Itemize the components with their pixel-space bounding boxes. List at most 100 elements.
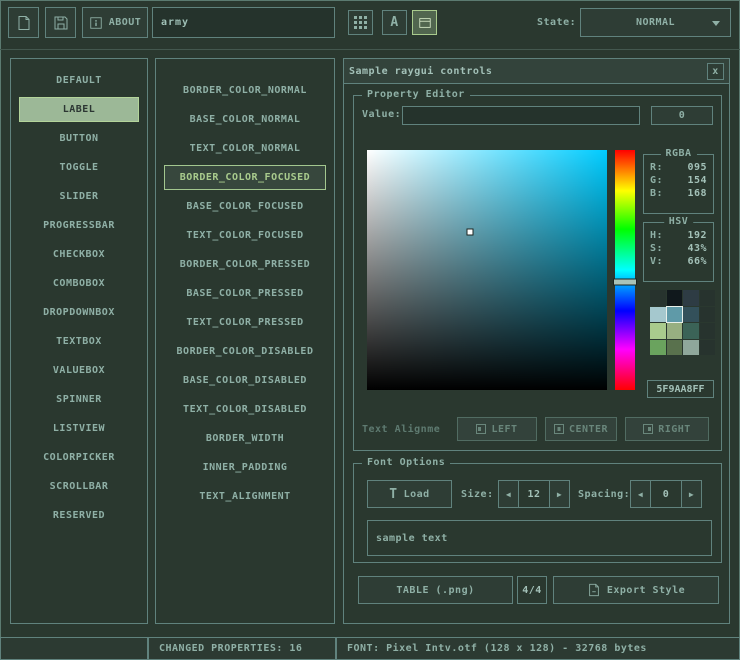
font-spacing-increase-button[interactable]: ▶ xyxy=(681,480,702,508)
properties-list-item[interactable]: TEXT_COLOR_NORMAL xyxy=(164,136,326,161)
value-button[interactable]: 0 xyxy=(651,106,713,125)
grid-view-button[interactable] xyxy=(348,10,373,35)
color-swatch[interactable] xyxy=(700,340,716,356)
properties-list-item[interactable]: BASE_COLOR_DISABLED xyxy=(164,368,326,393)
controls-list-item[interactable]: DROPDOWNBOX xyxy=(19,300,139,325)
color-panel-marker[interactable] xyxy=(467,228,474,235)
properties-list-item[interactable]: TEXT_ALIGNMENT xyxy=(164,484,326,509)
align-left-button[interactable]: LEFT xyxy=(457,417,537,441)
color-swatch[interactable] xyxy=(683,307,699,323)
color-swatch[interactable] xyxy=(650,307,666,323)
text-alignment-label: Text Alignme xyxy=(362,424,456,435)
properties-list-item[interactable]: BASE_COLOR_PRESSED xyxy=(164,281,326,306)
color-swatch[interactable] xyxy=(667,307,683,323)
font-spacing-decrease-button[interactable]: ◀ xyxy=(630,480,651,508)
properties-list-item[interactable]: BASE_COLOR_NORMAL xyxy=(164,107,326,132)
s-label: S: xyxy=(650,243,663,254)
align-center-button[interactable]: CENTER xyxy=(545,417,617,441)
close-button[interactable]: x xyxy=(707,63,724,80)
text-icon: T xyxy=(389,487,397,502)
color-swatch[interactable] xyxy=(700,290,716,306)
color-swatch[interactable] xyxy=(683,290,699,306)
g-value: 154 xyxy=(687,175,707,186)
properties-list-item[interactable]: TEXT_COLOR_DISABLED xyxy=(164,397,326,422)
export-style-button[interactable]: Export Style xyxy=(553,576,719,604)
rgba-b-row: B:168 xyxy=(644,186,713,199)
color-swatch[interactable] xyxy=(700,323,716,339)
state-dropdown[interactable]: NORMAL xyxy=(580,8,731,37)
align-center-label: CENTER xyxy=(569,424,608,435)
font-size-decrease-button[interactable]: ◀ xyxy=(498,480,519,508)
r-label: R: xyxy=(650,162,663,173)
hue-slider-handle[interactable] xyxy=(613,279,637,286)
font-spacing-value[interactable]: 0 xyxy=(650,480,682,508)
properties-list-item[interactable]: TEXT_COLOR_PRESSED xyxy=(164,310,326,335)
color-swatch[interactable] xyxy=(650,323,666,339)
hsv-h-row: H:192 xyxy=(644,228,713,241)
color-swatch[interactable] xyxy=(650,340,666,356)
controls-list-item[interactable]: BUTTON xyxy=(19,126,139,151)
properties-list-item[interactable]: BASE_COLOR_FOCUSED xyxy=(164,194,326,219)
controls-list-item[interactable]: PROGRESSBAR xyxy=(19,213,139,238)
color-swatch[interactable] xyxy=(667,340,683,356)
controls-list-item[interactable]: VALUEBOX xyxy=(19,358,139,383)
controls-list-item[interactable]: COMBOBOX xyxy=(19,271,139,296)
color-swatch[interactable] xyxy=(667,323,683,339)
r-value: 095 xyxy=(687,162,707,173)
font-size-label: Size: xyxy=(461,489,494,500)
controls-list-item[interactable]: TEXTBOX xyxy=(19,329,139,354)
controls-list-item[interactable]: LISTVIEW xyxy=(19,416,139,441)
export-style-label: Export Style xyxy=(607,585,685,596)
controls-list-item[interactable]: CHECKBOX xyxy=(19,242,139,267)
export-format-counter[interactable]: 4/4 xyxy=(517,576,547,604)
controls-list-item[interactable]: LABEL xyxy=(19,97,139,122)
properties-list-item[interactable]: BORDER_COLOR_PRESSED xyxy=(164,252,326,277)
load-font-label: Load xyxy=(404,489,430,500)
b-value: 168 xyxy=(687,188,707,199)
v-label: V: xyxy=(650,256,663,267)
controls-list-item[interactable]: SLIDER xyxy=(19,184,139,209)
properties-list-item[interactable]: BORDER_COLOR_NORMAL xyxy=(164,78,326,103)
color-swatch[interactable] xyxy=(700,307,716,323)
new-style-button[interactable] xyxy=(8,7,39,38)
controls-list-item[interactable]: DEFAULT xyxy=(19,68,139,93)
grid-icon xyxy=(354,16,367,29)
color-swatch[interactable] xyxy=(683,323,699,339)
align-center-icon xyxy=(554,424,564,434)
properties-list-item[interactable]: BORDER_COLOR_FOCUSED xyxy=(164,165,326,190)
properties-list-item[interactable]: BORDER_WIDTH xyxy=(164,426,326,451)
controls-list-item[interactable]: RESERVED xyxy=(19,503,139,528)
sample-text-box[interactable]: sample text xyxy=(367,520,712,556)
hex-color-value[interactable]: 5F9AA8FF xyxy=(647,380,714,398)
export-table-button[interactable]: TABLE (.png) xyxy=(358,576,513,604)
hue-bar[interactable] xyxy=(615,150,635,390)
status-font-info: FONT: Pixel Intv.otf (128 x 128) - 32768… xyxy=(336,637,740,660)
controls-list-item[interactable]: COLORPICKER xyxy=(19,445,139,470)
hsv-group: HSV H:192 S:43% V:66% xyxy=(643,222,714,282)
font-view-button[interactable]: A xyxy=(382,10,407,35)
value-textbox[interactable] xyxy=(402,106,640,125)
arrow-right-icon: ▶ xyxy=(557,490,562,499)
font-size-value[interactable]: 12 xyxy=(518,480,550,508)
about-button[interactable]: ABOUT xyxy=(82,7,148,38)
align-right-button[interactable]: RIGHT xyxy=(625,417,709,441)
properties-list-item[interactable]: TEXT_COLOR_FOCUSED xyxy=(164,223,326,248)
controls-view-button[interactable] xyxy=(412,10,437,35)
color-panel[interactable] xyxy=(367,150,607,390)
properties-list-item[interactable]: BORDER_COLOR_DISABLED xyxy=(164,339,326,364)
value-button-label: 0 xyxy=(679,110,686,121)
color-swatch[interactable] xyxy=(650,290,666,306)
save-style-button[interactable] xyxy=(45,7,76,38)
controls-list-item[interactable]: SPINNER xyxy=(19,387,139,412)
controls-list-item[interactable]: SCROLLBAR xyxy=(19,474,139,499)
font-size-increase-button[interactable]: ▶ xyxy=(549,480,570,508)
style-name-input[interactable] xyxy=(152,7,335,38)
hsv-v-row: V:66% xyxy=(644,254,713,267)
export-icon xyxy=(587,583,601,597)
sample-window-titlebar[interactable]: Sample raygui controls x xyxy=(344,59,729,84)
color-swatch[interactable] xyxy=(667,290,683,306)
load-font-button[interactable]: T Load xyxy=(367,480,452,508)
color-swatch[interactable] xyxy=(683,340,699,356)
properties-list-item[interactable]: INNER_PADDING xyxy=(164,455,326,480)
controls-list-item[interactable]: TOGGLE xyxy=(19,155,139,180)
